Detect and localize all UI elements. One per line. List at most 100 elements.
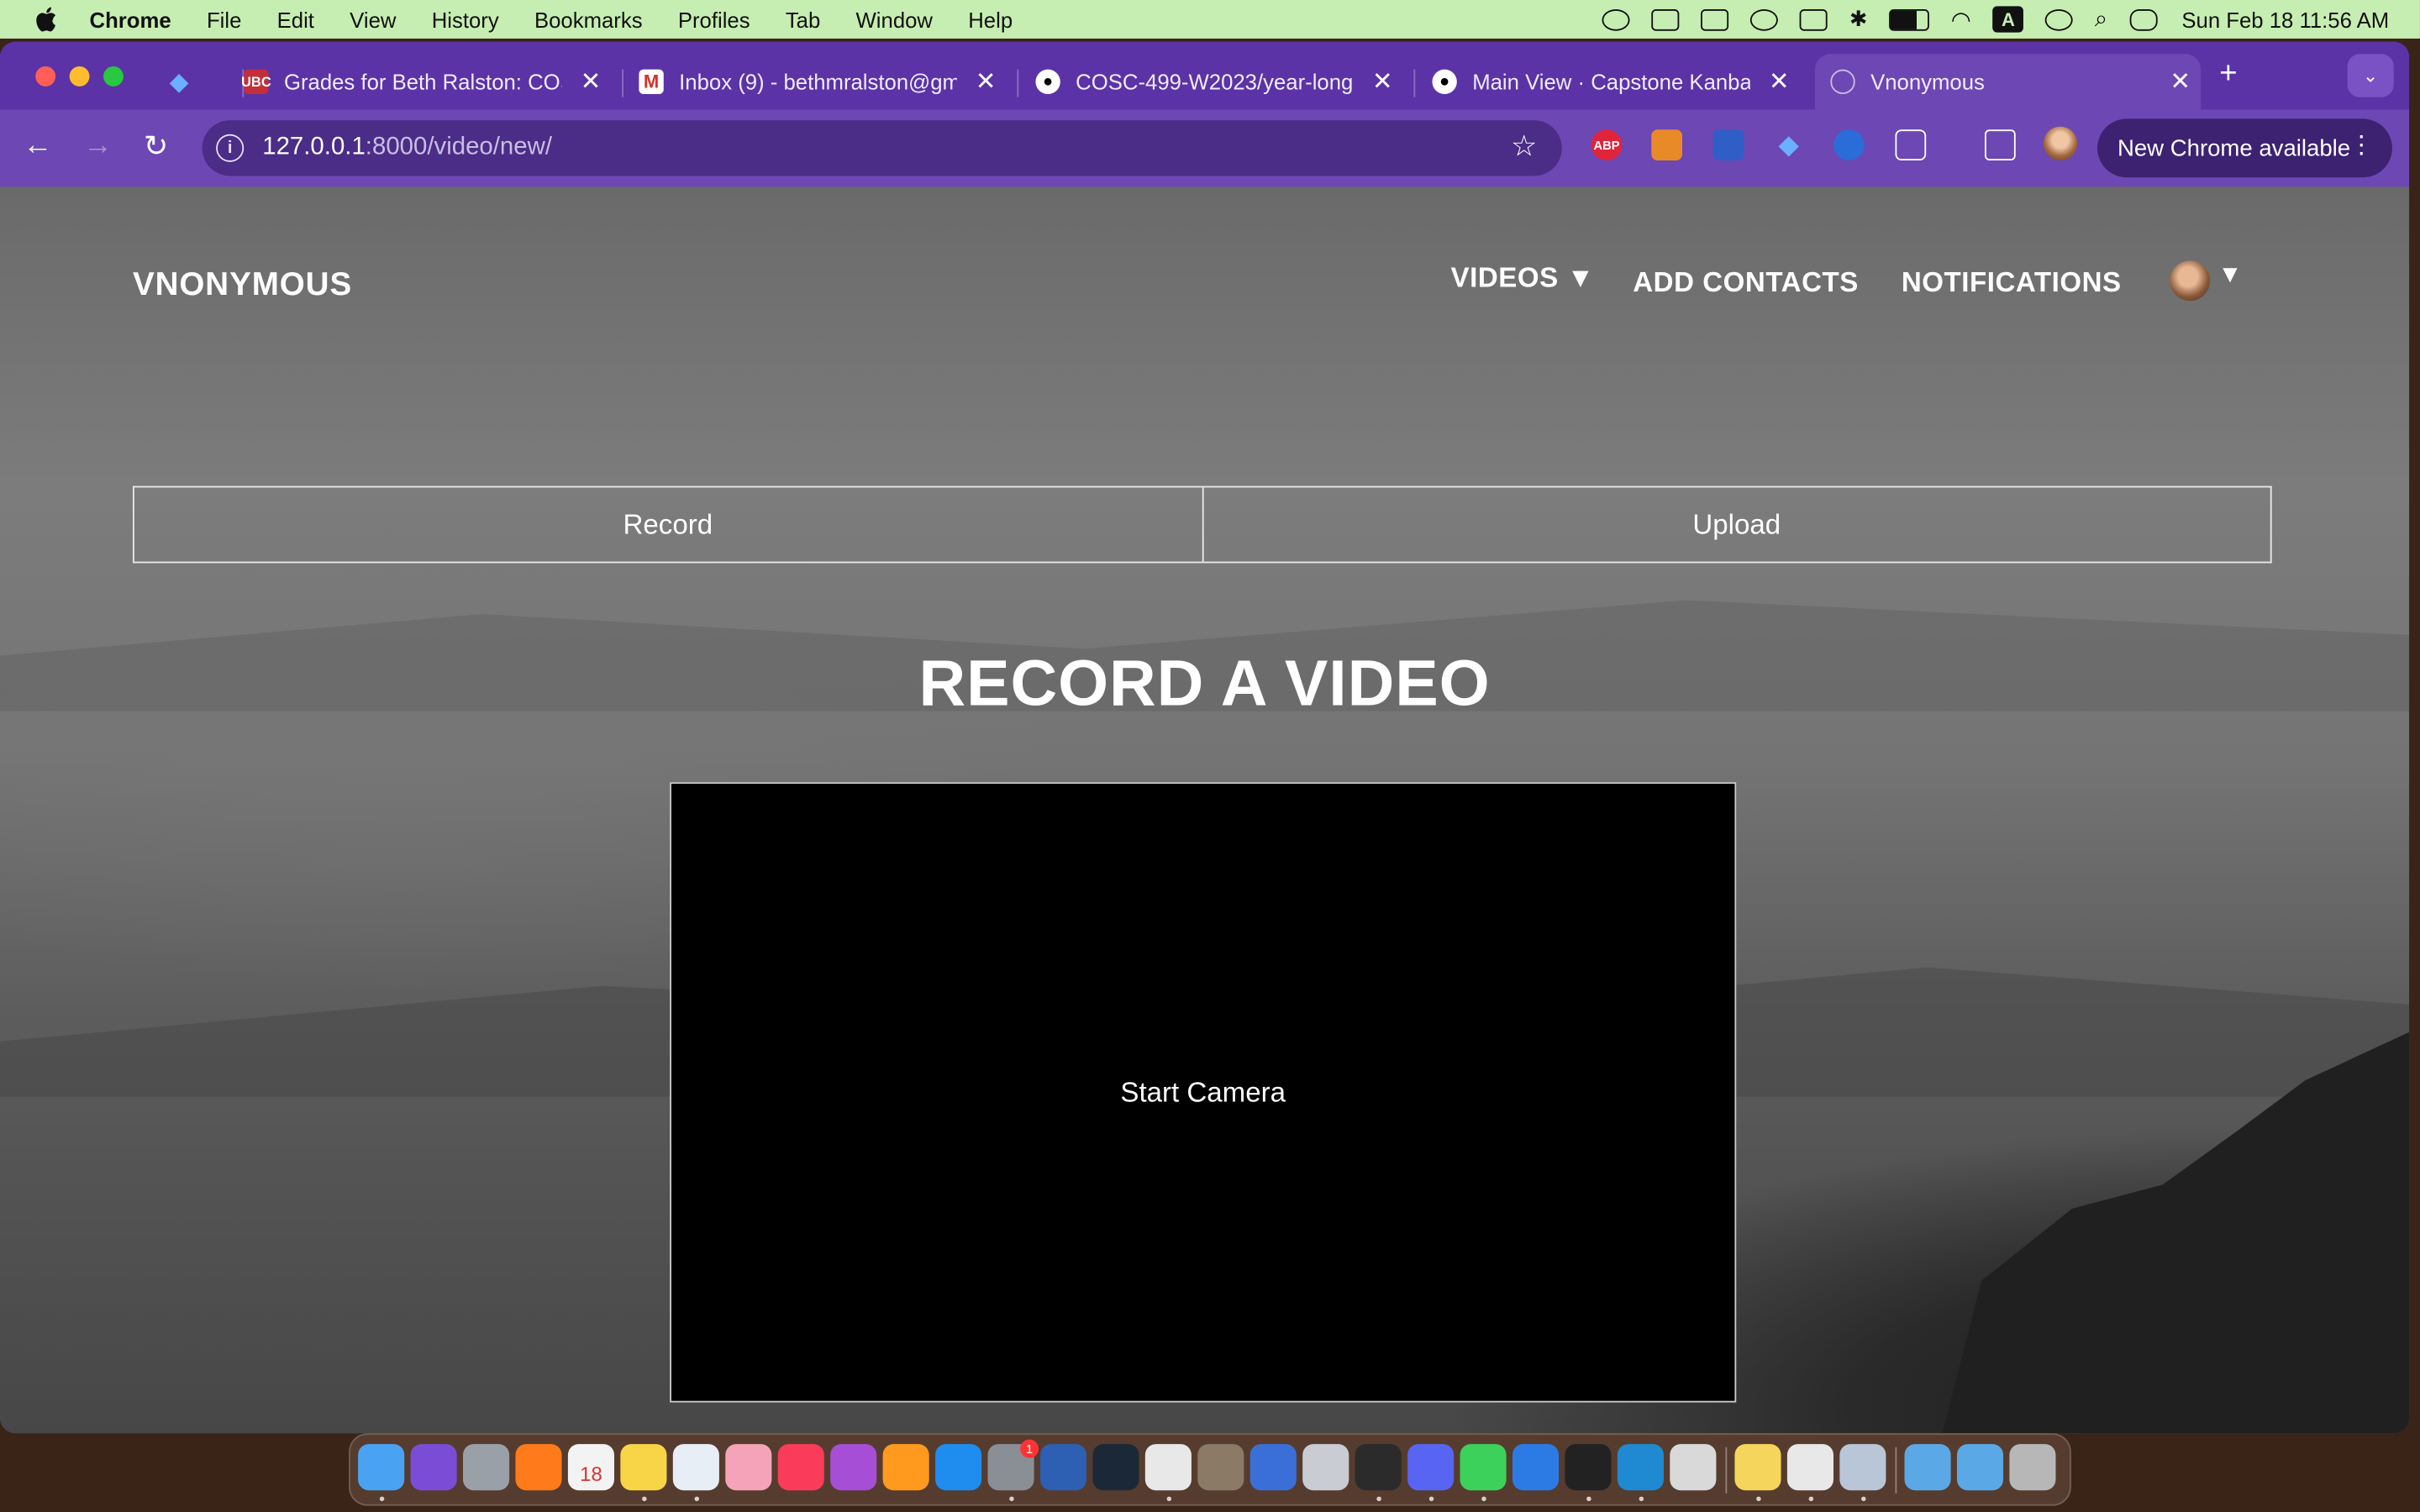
- gem-icon[interactable]: ◆: [1773, 129, 1804, 160]
- calendar-icon[interactable]: 18: [567, 1444, 615, 1491]
- notes-icon[interactable]: [620, 1444, 667, 1491]
- nav-notifications[interactable]: NOTIFICATIONS: [1902, 267, 2122, 300]
- podcasts-icon[interactable]: [830, 1444, 877, 1491]
- final-cut-icon[interactable]: [1355, 1444, 1402, 1491]
- memory-icon[interactable]: [1512, 1444, 1560, 1491]
- menubar-clock[interactable]: Sun Feb 18 11:56 AM: [2181, 7, 2389, 31]
- preview-icon[interactable]: [1839, 1444, 1886, 1491]
- menu-app-name[interactable]: Chrome: [90, 7, 171, 31]
- github-icon: ●: [1035, 69, 1060, 95]
- site-info-icon[interactable]: i: [216, 134, 245, 162]
- vscode-icon[interactable]: [1617, 1444, 1664, 1491]
- gimp-icon[interactable]: [1197, 1444, 1244, 1491]
- virtualbox-icon[interactable]: [1039, 1444, 1087, 1491]
- system-settings-icon[interactable]: 1: [987, 1439, 1039, 1491]
- close-tab-icon[interactable]: ✕: [581, 66, 602, 97]
- tab-pinned-gem[interactable]: ◆: [166, 54, 245, 109]
- tab-kanban[interactable]: ● Main View · Capstone Kanban ✕: [1432, 54, 1796, 109]
- disk-utility-icon[interactable]: [1302, 1444, 1349, 1491]
- battery-icon[interactable]: [1889, 8, 1930, 30]
- wifi-icon[interactable]: ◠: [1951, 5, 1971, 33]
- siri-icon[interactable]: [410, 1444, 457, 1491]
- airdrop-icon[interactable]: [1750, 8, 1779, 30]
- time-machine-icon[interactable]: [2045, 8, 2074, 30]
- stickies-icon[interactable]: [1734, 1444, 1781, 1491]
- close-tab-icon[interactable]: ✕: [976, 66, 997, 97]
- messages-icon[interactable]: [1460, 1444, 1507, 1491]
- google-drive-icon[interactable]: [1651, 8, 1681, 30]
- menu-bookmarks[interactable]: Bookmarks: [534, 7, 643, 31]
- menu-edit[interactable]: Edit: [277, 7, 314, 31]
- terminal-icon[interactable]: [1565, 1444, 1612, 1491]
- tab-vnonymous[interactable]: Vnonymous ✕: [1814, 54, 2202, 110]
- app-store-icon[interactable]: [935, 1444, 982, 1491]
- stage-manager-icon[interactable]: [1800, 8, 1828, 30]
- address-bar[interactable]: i 127.0.0.1:8000/video/new/ ☆: [202, 120, 1562, 176]
- apple-icon[interactable]: [31, 5, 59, 33]
- bluetooth-icon[interactable]: ✱: [1849, 6, 1868, 32]
- start-camera-button[interactable]: Start Camera: [1120, 1076, 1286, 1109]
- firefox-icon[interactable]: [515, 1444, 562, 1491]
- side-panel-icon[interactable]: [1984, 129, 2016, 161]
- nav-add-contacts[interactable]: ADD CONTACTS: [1633, 267, 1859, 300]
- 1password-icon[interactable]: [1833, 129, 1865, 161]
- menu-file[interactable]: File: [207, 7, 241, 31]
- menu-history[interactable]: History: [432, 7, 499, 31]
- launchpad-icon[interactable]: [463, 1444, 510, 1491]
- profile-avatar[interactable]: [2170, 260, 2211, 302]
- url-text[interactable]: 127.0.0.1:8000/video/new/: [262, 134, 552, 162]
- video-preview[interactable]: Start Camera: [670, 782, 1737, 1403]
- menu-profiles[interactable]: Profiles: [678, 7, 750, 31]
- upload-tab-button[interactable]: Upload: [1202, 486, 2272, 564]
- close-tab-icon[interactable]: ✕: [1769, 66, 1790, 97]
- freeform-icon[interactable]: [672, 1444, 719, 1491]
- site-logo[interactable]: VNONYMOUS: [133, 267, 352, 304]
- chrome-update-button[interactable]: New Chrome available ⋮: [2097, 118, 2392, 178]
- screenshot-icon[interactable]: [1670, 1444, 1717, 1491]
- photos-icon[interactable]: [725, 1444, 772, 1491]
- record-tab-button[interactable]: Record: [132, 486, 1203, 564]
- extensions-puzzle-icon[interactable]: [1895, 129, 1927, 161]
- minimize-window-button[interactable]: [69, 66, 90, 87]
- menu-window[interactable]: Window: [856, 7, 933, 31]
- adblock-plus-icon[interactable]: ABP: [1591, 129, 1623, 161]
- screen-mirroring-icon[interactable]: [1701, 8, 1729, 30]
- menu-help[interactable]: Help: [968, 7, 1013, 31]
- downloads-folder-icon[interactable]: [1904, 1444, 1951, 1491]
- arc-icon[interactable]: [1249, 1444, 1297, 1491]
- music-icon[interactable]: [777, 1444, 824, 1491]
- applications-folder-icon[interactable]: [1956, 1444, 2004, 1491]
- menu-tab[interactable]: Tab: [786, 7, 820, 31]
- metamask-icon[interactable]: [1651, 129, 1683, 161]
- close-window-button[interactable]: [35, 66, 56, 87]
- forward-arrow-icon[interactable]: →: [83, 129, 113, 163]
- bitwarden-icon[interactable]: [1712, 129, 1744, 161]
- control-center-icon[interactable]: [2128, 8, 2157, 30]
- keyboard-input-icon[interactable]: A: [1992, 6, 2024, 33]
- tab-grades[interactable]: UBC Grades for Beth Ralston: COS ✕: [241, 54, 624, 109]
- close-tab-icon[interactable]: ✕: [2170, 66, 2191, 97]
- close-tab-icon[interactable]: ✕: [1372, 66, 1393, 97]
- discord-icon[interactable]: [1407, 1444, 1455, 1491]
- bookmark-star-icon[interactable]: ☆: [1511, 129, 1537, 165]
- nav-videos[interactable]: VIDEOS ▼: [1450, 262, 1594, 295]
- profile-avatar-icon[interactable]: [2043, 126, 2078, 161]
- profile-dropdown-caret-icon[interactable]: ▼: [2217, 262, 2242, 290]
- books-icon[interactable]: [882, 1444, 929, 1491]
- chrome-2-icon[interactable]: [1786, 1444, 1833, 1491]
- tab-search-chevron-icon[interactable]: ⌄: [2347, 54, 2394, 97]
- trash-icon[interactable]: [2009, 1444, 2056, 1491]
- spotlight-search-icon[interactable]: ⌕: [2095, 6, 2107, 32]
- password-status-icon[interactable]: [1602, 8, 1631, 30]
- reload-icon[interactable]: ↻: [144, 129, 168, 165]
- new-tab-icon[interactable]: +: [2219, 57, 2237, 92]
- more-menu-icon[interactable]: ⋮: [2349, 133, 2373, 160]
- finder-icon[interactable]: [358, 1444, 405, 1491]
- chrome-icon[interactable]: [1144, 1444, 1192, 1491]
- steam-icon[interactable]: [1092, 1444, 1139, 1491]
- tab-inbox[interactable]: M Inbox (9) - bethmralston@gm ✕: [639, 54, 1019, 109]
- back-arrow-icon[interactable]: ←: [24, 129, 53, 163]
- zoom-window-button[interactable]: [103, 66, 124, 87]
- menu-view[interactable]: View: [350, 7, 396, 31]
- tab-github-repo[interactable]: ● COSC-499-W2023/year-long ✕: [1035, 54, 1416, 109]
